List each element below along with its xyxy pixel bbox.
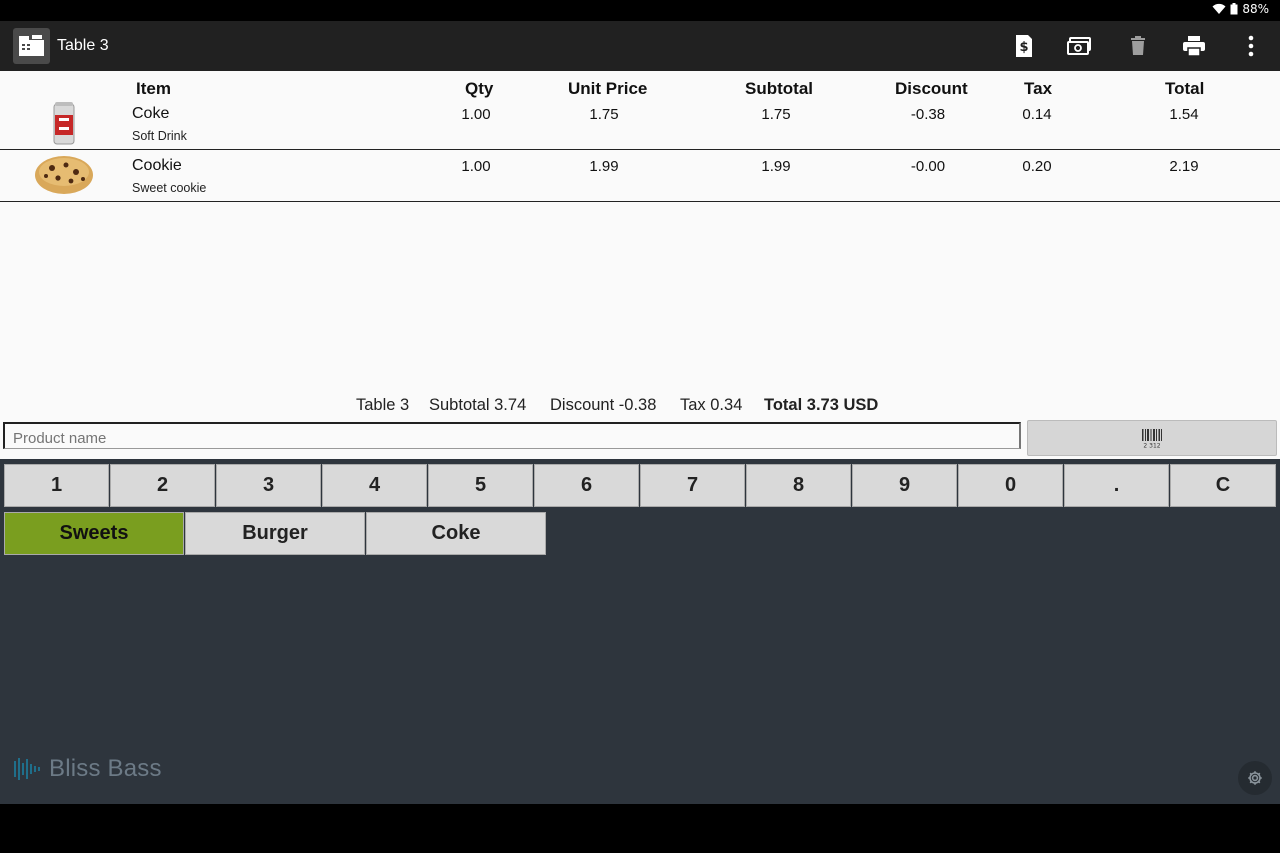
- key-9[interactable]: 9: [852, 464, 957, 507]
- print-button[interactable]: [1180, 32, 1208, 60]
- bill-button[interactable]: $: [1010, 32, 1038, 60]
- cash-icon: [1067, 37, 1091, 55]
- printer-icon: [1183, 36, 1205, 57]
- key-6[interactable]: 6: [534, 464, 639, 507]
- delete-button[interactable]: [1124, 32, 1152, 60]
- unit-price-cell: 1.99: [589, 158, 619, 175]
- settings-button[interactable]: [1238, 761, 1272, 795]
- battery-icon: [1230, 3, 1238, 15]
- summary-tax: Tax 0.34: [680, 396, 743, 414]
- subtotal-cell: 1.99: [761, 158, 791, 175]
- brand-name: Bliss Bass: [49, 755, 162, 782]
- summary-subtotal: Subtotal 3.74: [429, 396, 527, 414]
- discount-cell: -0.00: [910, 158, 946, 175]
- wifi-icon: [1212, 3, 1226, 15]
- battery-level: 88%: [1242, 2, 1269, 16]
- tax-cell: 0.20: [1022, 158, 1052, 175]
- svg-text:$: $: [1019, 40, 1028, 55]
- header-total: Total: [1165, 79, 1205, 98]
- overflow-menu-button[interactable]: [1237, 32, 1265, 60]
- subtotal-cell: 1.75: [761, 106, 791, 123]
- header-tax: Tax: [1024, 79, 1053, 98]
- keypad-panel: 1 2 3 4 5 6 7 8 9 0 . C Sweets Burger Co…: [0, 459, 1280, 804]
- svg-text:2 312: 2 312: [1143, 443, 1160, 449]
- gear-icon: [1248, 771, 1262, 785]
- key-4[interactable]: 4: [322, 464, 427, 507]
- category-burger[interactable]: Burger: [185, 512, 365, 555]
- overflow-menu-icon: [1248, 35, 1254, 57]
- summary-discount: Discount -0.38: [550, 396, 657, 414]
- header-discount: Discount: [895, 79, 968, 98]
- status-bar: 88%: [0, 0, 1280, 21]
- barcode-icon: 2 312: [1142, 429, 1162, 449]
- cookie-image: [35, 156, 93, 194]
- coke-can-image: [53, 102, 75, 145]
- order-area: Item Qty Unit Price Subtotal Discount Ta…: [0, 71, 1280, 459]
- key-0[interactable]: 0: [958, 464, 1063, 507]
- item-description: Soft Drink: [132, 129, 187, 143]
- app-toolbar: Table 3 $: [0, 21, 1280, 71]
- page-title: Table 3: [57, 37, 109, 54]
- item-description: Sweet cookie: [132, 181, 207, 195]
- status-indicators: 88%: [1212, 2, 1269, 16]
- tax-cell: 0.14: [1022, 106, 1052, 123]
- header-qty: Qty: [465, 79, 494, 98]
- key-7[interactable]: 7: [640, 464, 745, 507]
- table-row[interactable]: Cookie Sweet cookie 1.00 1.99 1.99 -0.00…: [0, 150, 1280, 202]
- key-2[interactable]: 2: [110, 464, 215, 507]
- system-nav-bar: [0, 804, 1280, 853]
- category-sweets[interactable]: Sweets: [4, 512, 184, 555]
- unit-price-cell: 1.75: [589, 106, 619, 123]
- product-search-input[interactable]: [3, 422, 1021, 449]
- order-summary: Table 3 Subtotal 3.74 Discount -0.38 Tax…: [0, 396, 1280, 420]
- key-1[interactable]: 1: [4, 464, 109, 507]
- table-row[interactable]: Coke Soft Drink 1.00 1.75 1.75 -0.38 0.1…: [0, 98, 1280, 150]
- key-decimal[interactable]: .: [1064, 464, 1169, 507]
- register-icon[interactable]: [13, 28, 50, 64]
- bill-icon: $: [1016, 35, 1032, 57]
- total-cell: 2.19: [1169, 158, 1199, 175]
- cash-button[interactable]: [1066, 32, 1094, 60]
- item-name: Cookie: [132, 157, 182, 174]
- summary-total: Total 3.73 USD: [764, 396, 879, 414]
- header-subtotal: Subtotal: [745, 79, 813, 98]
- key-5[interactable]: 5: [428, 464, 533, 507]
- total-cell: 1.54: [1169, 106, 1199, 123]
- trash-icon: [1131, 36, 1145, 55]
- key-3[interactable]: 3: [216, 464, 321, 507]
- item-name: Coke: [132, 105, 170, 122]
- brand-logo: Bliss Bass: [13, 755, 162, 783]
- header-unit-price: Unit Price: [568, 79, 648, 98]
- key-clear[interactable]: C: [1170, 464, 1276, 507]
- barcode-scan-button[interactable]: 2 312: [1027, 420, 1277, 456]
- qty-cell: 1.00: [461, 158, 491, 175]
- summary-table: Table 3: [356, 396, 410, 414]
- header-item: Item: [136, 79, 171, 98]
- qty-cell: 1.00: [461, 106, 491, 123]
- key-8[interactable]: 8: [746, 464, 851, 507]
- category-coke[interactable]: Coke: [366, 512, 546, 555]
- sound-wave-icon: [14, 758, 40, 780]
- discount-cell: -0.38: [910, 106, 946, 123]
